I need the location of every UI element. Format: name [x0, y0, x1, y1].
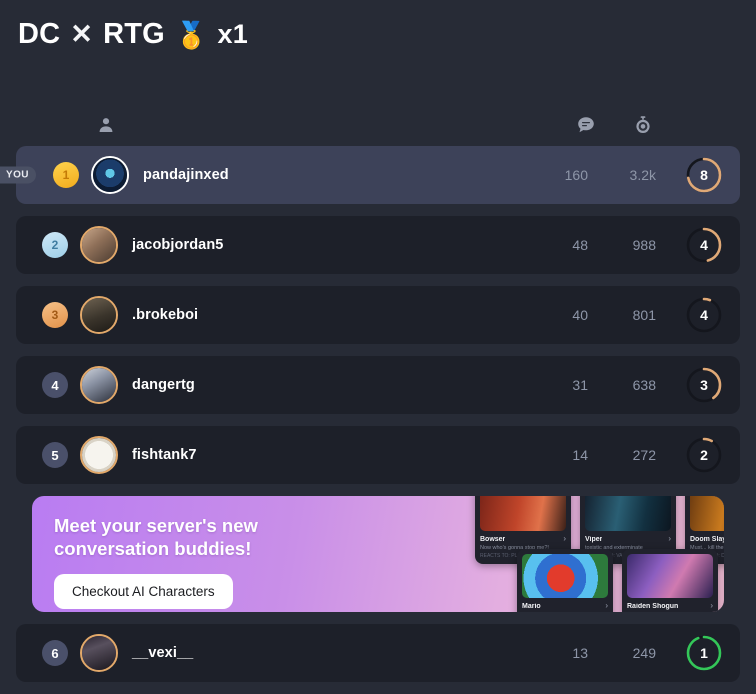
level-value: 4 — [700, 307, 708, 323]
rank-badge: 4 — [42, 372, 68, 398]
level-value: 4 — [700, 237, 708, 253]
medal-icon: 🥇 — [174, 19, 208, 50]
character-card[interactable]: Raiden Shogun› toxistic and exterminate … — [622, 549, 718, 612]
stopwatch-icon — [633, 115, 653, 135]
username: fishtank7 — [132, 447, 197, 463]
messages-count: 13 — [572, 645, 588, 661]
messages-count: 40 — [572, 307, 588, 323]
time-count: 988 — [632, 237, 656, 253]
avatar — [80, 296, 118, 334]
username: .brokeboi — [132, 307, 199, 323]
level-ring: 3 — [686, 367, 722, 403]
character-thumbnail — [690, 496, 724, 531]
character-name: Viper — [585, 535, 603, 543]
level-value: 8 — [700, 167, 708, 183]
leaderboard-list: YOU 1 pandajinxed 160 3.2k 8 2 jacobjord… — [0, 146, 756, 682]
rank-badge: 6 — [42, 640, 68, 666]
level-value: 2 — [700, 447, 708, 463]
column-headers — [0, 104, 756, 146]
level-ring: 8 — [686, 157, 722, 193]
time-count: 3.2k — [629, 167, 656, 183]
rank-badge: 5 — [42, 442, 68, 468]
level-value: 3 — [700, 377, 708, 393]
person-icon — [96, 115, 116, 135]
cross-icon: ✕ — [70, 19, 94, 49]
messages-count: 48 — [572, 237, 588, 253]
title-right: RTG — [103, 18, 165, 50]
character-card[interactable]: Mario› Now who's gonna stop me?! REACTS … — [517, 549, 613, 612]
username: dangertg — [132, 377, 195, 393]
rank-badge: 3 — [42, 302, 68, 328]
multiplier-label: x1 — [217, 19, 248, 49]
character-name: Raiden Shogun — [627, 602, 679, 610]
page-title: DC ✕ RTG 🥇 x1 — [18, 20, 248, 49]
messages-count: 160 — [564, 167, 588, 183]
time-count: 249 — [632, 645, 656, 661]
app-header: DC ✕ RTG 🥇 x1 — [0, 0, 756, 56]
avatar — [80, 226, 118, 264]
avatar — [80, 366, 118, 404]
table-row[interactable]: 4 dangertg 31 638 3 — [16, 356, 740, 414]
checkout-ai-characters-button[interactable]: Checkout AI Characters — [54, 574, 233, 609]
promo-headline-line1: Meet your server's new — [54, 515, 258, 536]
character-thumbnail — [627, 554, 713, 598]
character-thumbnail — [480, 496, 566, 531]
username: pandajinxed — [143, 167, 229, 183]
avatar — [80, 634, 118, 672]
username: __vexi__ — [132, 645, 194, 661]
chevron-right-icon: › — [668, 534, 671, 543]
level-ring: 4 — [686, 227, 722, 263]
chat-bubble-icon — [576, 115, 596, 135]
promo-cards-bottom-row: Mario› Now who's gonna stop me?! REACTS … — [517, 549, 724, 612]
level-ring: 4 — [686, 297, 722, 333]
level-value: 1 — [700, 645, 708, 661]
character-name: Bowser — [480, 535, 506, 543]
character-thumbnail — [585, 496, 671, 531]
time-count: 272 — [632, 447, 656, 463]
rank-badge: 1 — [53, 162, 79, 188]
time-count: 638 — [632, 377, 656, 393]
chevron-right-icon: › — [563, 534, 566, 543]
character-thumbnail — [522, 554, 608, 598]
chevron-right-icon: › — [605, 601, 608, 610]
table-row[interactable]: 5 fishtank7 14 272 2 — [16, 426, 740, 484]
leaderboard-page: DC ✕ RTG 🥇 x1 YOU 1 pandajinxed 160 3.2k — [0, 0, 756, 694]
level-ring: 1 — [686, 635, 722, 671]
level-ring: 2 — [686, 437, 722, 473]
character-name: Doom Slayer — [690, 535, 724, 543]
avatar — [80, 436, 118, 474]
rank-badge: 2 — [42, 232, 68, 258]
promo-headline: Meet your server's new conversation budd… — [54, 514, 258, 560]
avatar — [91, 156, 129, 194]
table-row[interactable]: 3 .brokeboi 40 801 4 — [16, 286, 740, 344]
title-left: DC — [18, 18, 61, 50]
table-row[interactable]: 6 __vexi__ 13 249 1 — [16, 624, 740, 682]
time-count: 801 — [632, 307, 656, 323]
you-badge: YOU — [0, 166, 36, 184]
character-name: Mario — [522, 602, 541, 610]
messages-count: 31 — [572, 377, 588, 393]
ai-characters-promo-banner[interactable]: Meet your server's new conversation budd… — [32, 496, 724, 612]
promo-headline-line2: conversation buddies! — [54, 538, 252, 560]
table-row[interactable]: YOU 1 pandajinxed 160 3.2k 8 — [0, 146, 740, 204]
chevron-right-icon: › — [710, 601, 713, 610]
messages-count: 14 — [572, 447, 588, 463]
table-row[interactable]: 2 jacobjordan5 48 988 4 — [16, 216, 740, 274]
username: jacobjordan5 — [132, 237, 224, 253]
